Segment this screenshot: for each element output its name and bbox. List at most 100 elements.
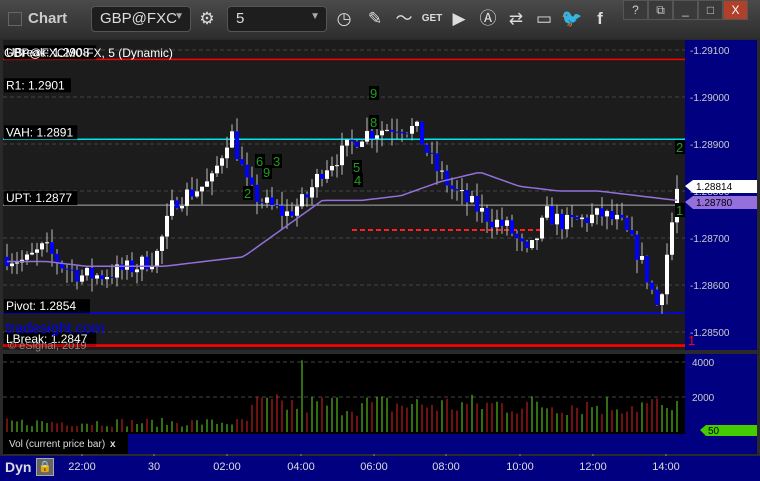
candle bbox=[595, 208, 599, 215]
candle bbox=[230, 131, 234, 148]
candle bbox=[555, 213, 559, 225]
candle bbox=[635, 234, 639, 260]
candle bbox=[365, 131, 369, 142]
time-tick-label: 10:00 bbox=[506, 461, 534, 473]
candle bbox=[480, 207, 484, 212]
level-label: Pivot: 1.2854 bbox=[6, 299, 76, 313]
candle bbox=[160, 236, 164, 251]
volume-current-label: 50 bbox=[708, 426, 720, 437]
candle bbox=[625, 217, 629, 231]
candle bbox=[550, 206, 554, 225]
candle bbox=[445, 170, 449, 186]
candle bbox=[180, 205, 184, 209]
candle bbox=[505, 220, 509, 226]
candle bbox=[490, 221, 494, 228]
candle bbox=[70, 269, 74, 271]
candle bbox=[515, 233, 519, 239]
candle bbox=[30, 252, 34, 255]
candle bbox=[210, 173, 214, 182]
candle bbox=[190, 189, 194, 197]
candle bbox=[530, 240, 534, 249]
candle bbox=[640, 256, 644, 260]
session-shade bbox=[3, 40, 685, 350]
candle bbox=[495, 219, 499, 228]
candle bbox=[645, 256, 649, 283]
candle bbox=[615, 214, 619, 220]
watermark: tradesight.com bbox=[6, 320, 104, 337]
candle bbox=[120, 264, 124, 270]
candle bbox=[350, 139, 354, 142]
copyright: © eSignal, 2019 bbox=[8, 340, 86, 352]
time-tick-label: 02:00 bbox=[213, 461, 241, 473]
candle bbox=[455, 188, 459, 191]
candle bbox=[35, 249, 39, 253]
candle bbox=[575, 217, 579, 220]
candle bbox=[405, 133, 409, 135]
candle bbox=[225, 147, 229, 159]
candle bbox=[220, 158, 224, 166]
time-tick-label: 06:00 bbox=[360, 461, 388, 473]
candle bbox=[260, 201, 264, 203]
volume-tick-label: 4000 bbox=[692, 358, 715, 369]
volume-pane[interactable] bbox=[3, 354, 685, 434]
candle bbox=[90, 267, 94, 279]
candle bbox=[540, 217, 544, 239]
candle bbox=[275, 205, 279, 207]
candle bbox=[545, 206, 549, 218]
candle bbox=[525, 241, 529, 249]
candle bbox=[330, 165, 334, 171]
candle bbox=[620, 214, 624, 218]
price-tick-label: -1.28500 bbox=[690, 328, 730, 339]
candle bbox=[345, 139, 349, 146]
sequential-count-label: 4 bbox=[354, 173, 361, 188]
candle bbox=[145, 256, 149, 270]
candle bbox=[520, 238, 524, 242]
candle bbox=[250, 177, 254, 185]
time-tick-label: 22:00 bbox=[68, 461, 96, 473]
candle bbox=[660, 294, 664, 306]
candle bbox=[315, 173, 319, 188]
level-label: R1: 1.2901 bbox=[6, 78, 65, 92]
candle bbox=[560, 213, 564, 230]
candle bbox=[360, 141, 364, 147]
level-label: UPT: 1.2877 bbox=[6, 191, 72, 205]
candle bbox=[25, 254, 29, 260]
candle bbox=[655, 289, 659, 306]
candle bbox=[375, 135, 379, 139]
price-tick-label: -1.28600 bbox=[690, 281, 730, 292]
candle bbox=[610, 211, 614, 220]
lock-icon[interactable]: 🔒 bbox=[36, 458, 54, 476]
candle bbox=[585, 217, 589, 224]
candle bbox=[100, 275, 104, 280]
red-count-label: 1 bbox=[688, 333, 695, 348]
price-chart[interactable]: -1.29100-1.29000-1.28900-1.28800-1.28700… bbox=[0, 0, 760, 481]
candle bbox=[570, 214, 574, 218]
candle bbox=[395, 131, 399, 133]
ma-price-label: 1.28780 bbox=[696, 198, 733, 209]
volume-label-text: Vol (current price bar) bbox=[9, 439, 106, 450]
candle bbox=[55, 253, 59, 263]
candle bbox=[355, 141, 359, 147]
candle bbox=[435, 153, 439, 172]
candle bbox=[605, 211, 609, 217]
candle bbox=[155, 250, 159, 267]
sequential-count-label: 8 bbox=[370, 115, 377, 130]
candle bbox=[300, 194, 304, 207]
dyn-mode[interactable]: Dyn bbox=[5, 459, 31, 475]
time-tick-label: 04:00 bbox=[287, 461, 315, 473]
candle bbox=[630, 230, 634, 235]
candle bbox=[600, 208, 604, 217]
sequential-count-label: 3 bbox=[273, 154, 280, 169]
time-axis: Dyn 🔒 22:00 30 02:00 04:00 06:00 08:00 10:00 12… bbox=[0, 456, 760, 481]
close-study-icon[interactable]: x bbox=[110, 439, 116, 450]
time-tick-label: 14:00 bbox=[652, 461, 680, 473]
candle bbox=[285, 211, 289, 216]
candle bbox=[465, 190, 469, 203]
volume-study-label: Vol (current price bar) x bbox=[3, 434, 128, 454]
candle bbox=[325, 170, 329, 179]
candle bbox=[200, 186, 204, 192]
candle bbox=[475, 195, 479, 212]
candle bbox=[85, 267, 89, 276]
price-tick-label: -1.29100 bbox=[690, 46, 730, 57]
candle bbox=[95, 275, 99, 279]
